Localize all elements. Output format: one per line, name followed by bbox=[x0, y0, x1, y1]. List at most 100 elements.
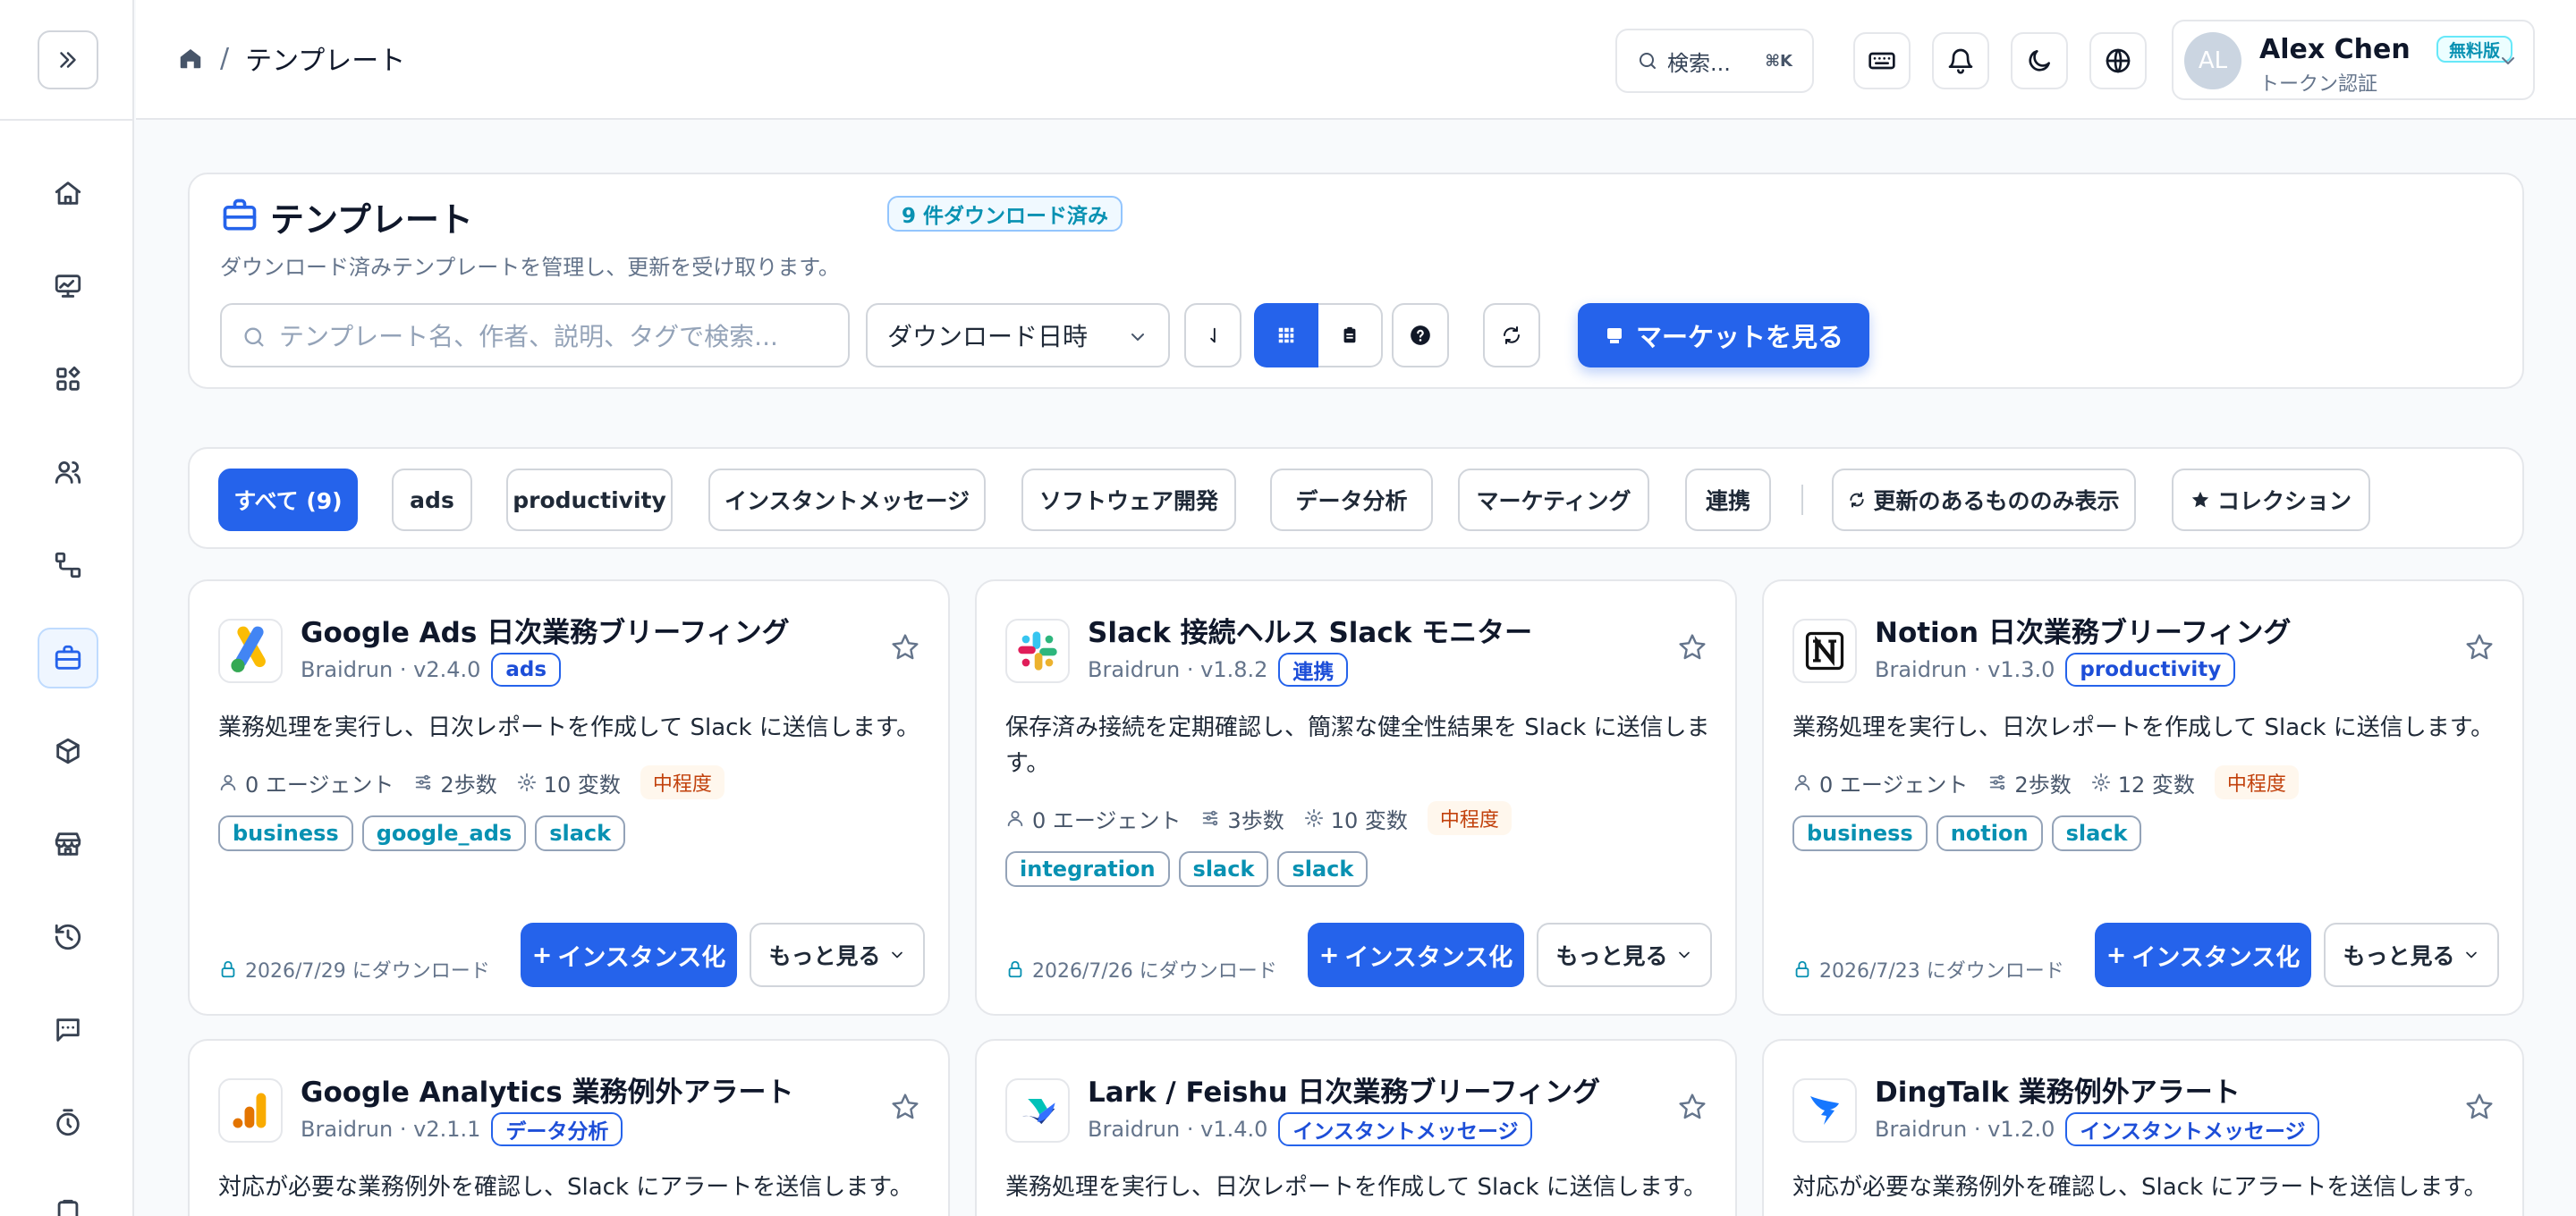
template-card[interactable]: Slack 接続ヘルス Slack モニター Braidrun · v1.8.2… bbox=[975, 579, 1737, 1016]
sidebar-item-history[interactable] bbox=[38, 907, 98, 967]
filter-chip-label: マーケティング bbox=[1476, 488, 1631, 514]
variables-count: 10 変数 bbox=[1330, 807, 1408, 833]
sort-direction-button[interactable] bbox=[1184, 303, 1241, 367]
updates-only-label: 更新のあるもののみ表示 bbox=[1873, 488, 2120, 514]
theme-toggle-button[interactable] bbox=[2011, 32, 2068, 89]
instantiate-button[interactable]: + インスタンス化 bbox=[2095, 923, 2311, 987]
filter-chip-instant-messaging[interactable]: インスタントメッセージ bbox=[708, 469, 986, 531]
filter-chip-label: インスタントメッセージ bbox=[724, 488, 970, 514]
star-icon[interactable] bbox=[891, 633, 919, 662]
user-menu[interactable]: AL Alex Chen 無料版 トークン認証 bbox=[2172, 20, 2535, 100]
plus-icon: + bbox=[1318, 941, 1340, 969]
search-icon bbox=[1640, 53, 1656, 69]
plus-icon: + bbox=[2106, 941, 2127, 969]
category-badge: インスタントメッセージ bbox=[1278, 1112, 1533, 1146]
template-meta: Braidrun · v1.8.2 連携 bbox=[1088, 653, 1349, 687]
keyboard-shortcuts-button[interactable] bbox=[1853, 32, 1911, 89]
view-market-label: マーケットを見る bbox=[1635, 322, 1843, 352]
list-view-button[interactable] bbox=[1318, 303, 1383, 367]
clipboard-list-icon bbox=[1343, 326, 1356, 343]
filter-chip-data-analysis[interactable]: データ分析 bbox=[1270, 469, 1433, 531]
tag[interactable]: business bbox=[218, 815, 353, 851]
filter-chip-software-dev[interactable]: ソフトウェア開発 bbox=[1021, 469, 1236, 531]
gear-icon bbox=[2091, 773, 2110, 792]
sidebar-item-packages[interactable] bbox=[38, 721, 98, 781]
sidebar-item-workflows[interactable] bbox=[38, 535, 98, 595]
sidebar-item-users[interactable] bbox=[38, 442, 98, 502]
filter-chip-productivity[interactable]: productivity bbox=[506, 469, 673, 531]
tag[interactable]: google_ads bbox=[361, 815, 527, 851]
template-card[interactable]: Notion 日次業務ブリーフィング Braidrun · v1.3.0 pro… bbox=[1762, 579, 2524, 1016]
dingtalk-logo bbox=[1792, 1078, 1857, 1143]
clipboard-icon bbox=[57, 1199, 79, 1216]
sidebar-item-dashboard[interactable] bbox=[38, 256, 98, 317]
filter-chip-label: 連携 bbox=[1705, 488, 1750, 514]
filter-chip-marketing[interactable]: マーケティング bbox=[1458, 469, 1649, 531]
grid-view-button[interactable] bbox=[1254, 303, 1318, 367]
tag[interactable]: slack bbox=[1178, 851, 1269, 887]
tag[interactable]: slack bbox=[535, 815, 626, 851]
filter-chip-label: ads bbox=[410, 486, 454, 513]
store-icon bbox=[1606, 328, 1622, 343]
star-icon[interactable] bbox=[1678, 1093, 1707, 1121]
sidebar-item-apps[interactable] bbox=[38, 349, 98, 410]
instantiate-button[interactable]: + インスタンス化 bbox=[1308, 923, 1524, 987]
chat-icon bbox=[56, 1018, 80, 1042]
template-card[interactable]: Lark / Feishu 日次業務ブリーフィング Braidrun · v1.… bbox=[975, 1039, 1737, 1216]
avatar: AL bbox=[2184, 32, 2241, 89]
template-author-version: Braidrun · v1.2.0 bbox=[1875, 1117, 2055, 1142]
user-icon bbox=[1007, 810, 1023, 827]
template-card[interactable]: Google Analytics 業務例外アラート Braidrun · v2.… bbox=[188, 1039, 950, 1216]
more-button[interactable]: もっと見る bbox=[750, 923, 925, 987]
template-card[interactable]: DingTalk 業務例外アラート Braidrun · v1.2.0 インスタ… bbox=[1762, 1039, 2524, 1216]
template-card[interactable]: Google Ads 日次業務ブリーフィング Braidrun · v2.4.0… bbox=[188, 579, 950, 1016]
sidebar-expand-button[interactable] bbox=[38, 30, 98, 89]
star-icon[interactable] bbox=[1678, 633, 1707, 662]
chevrons-right-icon bbox=[60, 52, 76, 68]
home-icon bbox=[55, 182, 81, 205]
history-icon bbox=[55, 924, 81, 950]
auth-method: トークン認証 bbox=[2259, 73, 2378, 96]
breadcrumb: / テンプレート bbox=[177, 38, 405, 79]
filter-chip-all[interactable]: すべて (9) bbox=[218, 469, 358, 531]
star-icon[interactable] bbox=[2465, 633, 2494, 662]
template-search-input[interactable]: テンプレート名、作者、説明、タグで検索... bbox=[220, 303, 850, 367]
refresh-button[interactable] bbox=[1483, 303, 1540, 367]
global-search-button[interactable]: 検索... ⌘K bbox=[1615, 29, 1814, 93]
template-description: 対応が必要な業務例外を確認し、Slack にアラートを送信します。 bbox=[1792, 1174, 2487, 1201]
template-author-version: Braidrun · v2.1.1 bbox=[301, 1117, 481, 1142]
star-icon[interactable] bbox=[2465, 1093, 2494, 1121]
tag[interactable]: integration bbox=[1005, 851, 1170, 887]
language-button[interactable] bbox=[2089, 32, 2147, 89]
sidebar-item-timer[interactable] bbox=[38, 1093, 98, 1153]
sidebar-item-home[interactable] bbox=[38, 163, 98, 224]
instantiate-button[interactable]: + インスタンス化 bbox=[521, 923, 737, 987]
view-market-button[interactable]: マーケットを見る bbox=[1578, 303, 1869, 367]
category-badge: productivity bbox=[2065, 653, 2236, 687]
download-date-text: 2026/7/26 にダウンロード bbox=[1032, 960, 1277, 983]
notifications-button[interactable] bbox=[1932, 32, 1989, 89]
sidebar-item-chat[interactable] bbox=[38, 1000, 98, 1060]
download-date-text: 2026/7/23 にダウンロード bbox=[1819, 960, 2064, 983]
star-icon[interactable] bbox=[891, 1093, 919, 1121]
download-date: 2026/7/23 にダウンロード bbox=[1792, 955, 2064, 984]
filter-chip-integration[interactable]: 連携 bbox=[1685, 469, 1771, 531]
sort-select[interactable]: ダウンロード日時 bbox=[866, 303, 1170, 367]
help-button[interactable] bbox=[1392, 303, 1449, 367]
template-stats: 0 エージェント 2歩数 12 変数 中程度 bbox=[1792, 765, 2299, 799]
tag[interactable]: business bbox=[1792, 815, 1928, 851]
collection-filter[interactable]: コレクション bbox=[2172, 469, 2370, 531]
tag[interactable]: slack bbox=[2051, 815, 2142, 851]
sidebar-item-clipboard[interactable] bbox=[38, 1182, 98, 1216]
tag[interactable]: slack bbox=[1277, 851, 1368, 887]
more-button[interactable]: もっと見る bbox=[1537, 923, 1712, 987]
home-icon[interactable] bbox=[177, 45, 204, 72]
sidebar-item-templates[interactable] bbox=[38, 628, 98, 688]
tag[interactable]: notion bbox=[1936, 815, 2043, 851]
grid-icon bbox=[1278, 327, 1294, 343]
more-button[interactable]: もっと見る bbox=[2324, 923, 2499, 987]
template-description: 業務処理を実行し、日次レポートを作成して Slack に送信します。 bbox=[218, 714, 920, 741]
updates-only-toggle[interactable]: 更新のあるもののみ表示 bbox=[1832, 469, 2136, 531]
filter-chip-ads[interactable]: ads bbox=[392, 469, 472, 531]
sidebar-item-market[interactable] bbox=[38, 814, 98, 874]
